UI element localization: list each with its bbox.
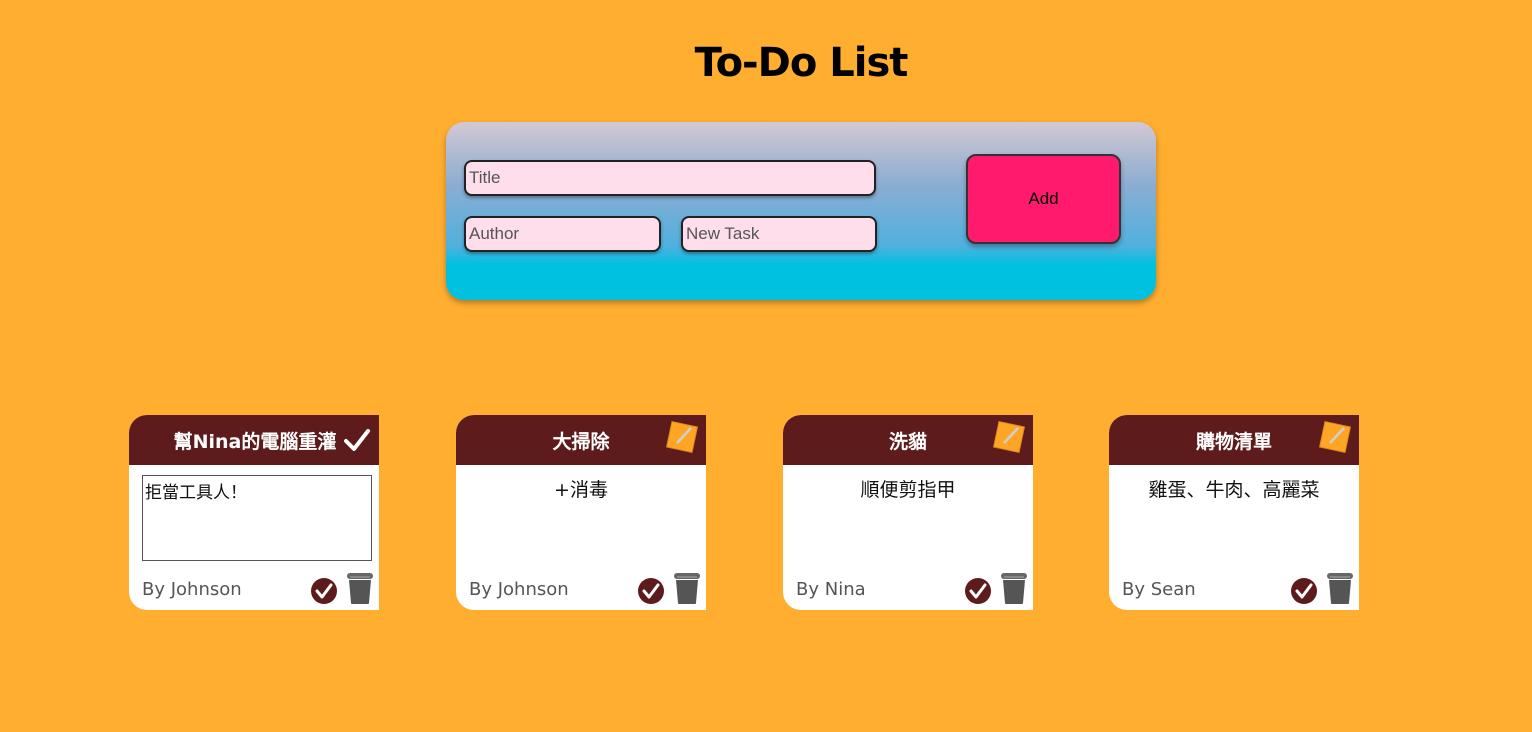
done-check-icon[interactable] [1290,577,1318,605]
done-check-icon[interactable] [637,577,665,605]
add-button[interactable]: Add [966,154,1121,244]
edit-icon[interactable] [1317,419,1353,455]
new-task-input[interactable] [681,216,877,252]
card-header: 幫Nina的電腦重灌 [129,415,379,465]
done-check-icon[interactable] [964,577,992,605]
card-author: By Sean [1122,579,1196,600]
done-check-icon[interactable] [310,577,338,605]
trash-icon[interactable] [346,571,374,605]
card-author: By Nina [796,579,866,600]
author-input[interactable] [464,216,661,252]
card-task: +消毒 [554,479,608,501]
confirm-check-icon[interactable] [343,426,371,454]
new-task-form: Add [446,122,1156,300]
trash-icon[interactable] [673,571,701,605]
card-author: By Johnson [142,579,242,600]
card-header: 大掃除 [456,415,706,465]
edit-icon[interactable] [664,419,700,455]
title-input[interactable] [464,160,876,196]
card-task: 順便剪指甲 [860,479,956,501]
todo-card: 洗貓 順便剪指甲 By Nina [783,415,1033,610]
trash-icon[interactable] [1000,571,1028,605]
card-header: 購物清單 [1109,415,1359,465]
todo-card: 幫Nina的電腦重灌 拒當工具人！ By Johnson [129,415,379,610]
card-title: 幫Nina的電腦重灌 [173,431,337,453]
page-title: To-Do List [694,40,909,86]
card-author: By Johnson [469,579,569,600]
trash-icon[interactable] [1326,571,1354,605]
card-header: 洗貓 [783,415,1033,465]
edit-icon[interactable] [991,419,1027,455]
task-edit-textarea[interactable]: 拒當工具人！ [142,475,372,561]
todo-card: 大掃除 +消毒 By Johnson [456,415,706,610]
todo-card: 購物清單 雞蛋、牛肉、高麗菜 By Sean [1109,415,1359,610]
card-task: 雞蛋、牛肉、高麗菜 [1148,479,1320,501]
